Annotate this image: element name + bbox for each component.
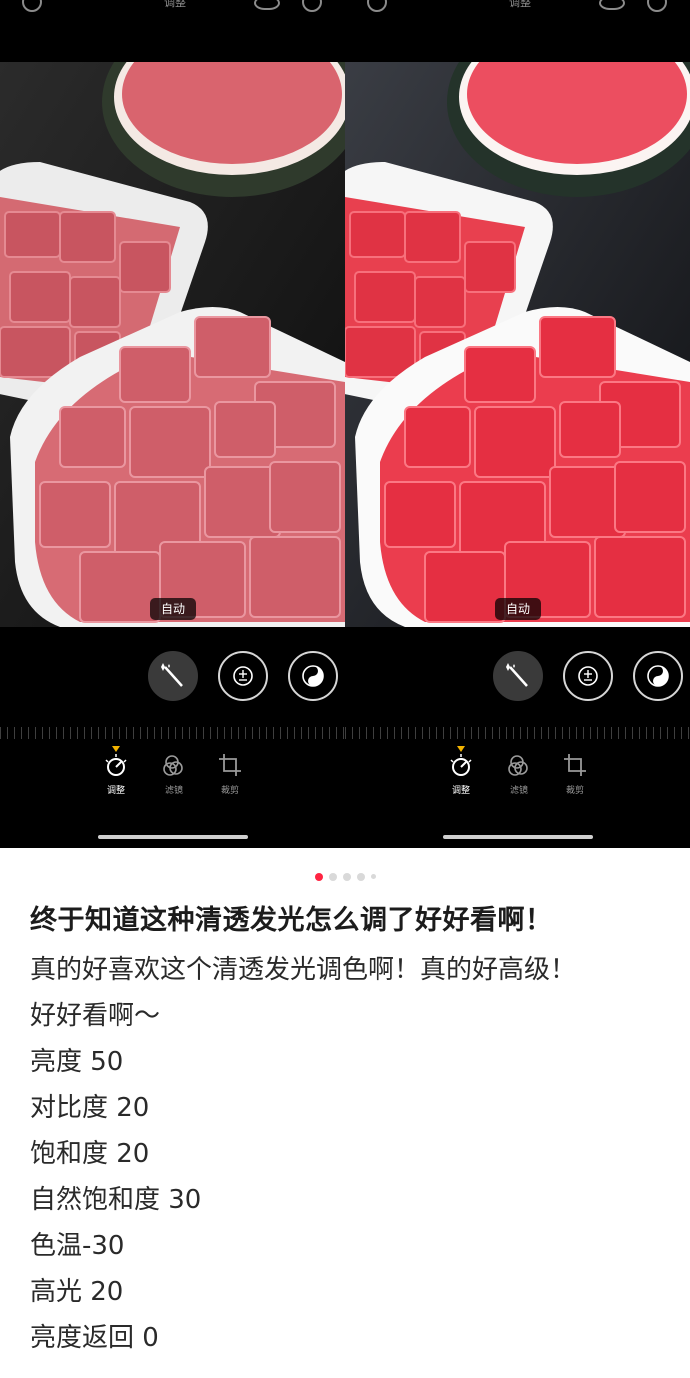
brilliance-icon[interactable] <box>288 651 338 701</box>
adjust-slider[interactable] <box>0 727 345 739</box>
filter-icon <box>161 752 187 778</box>
auto-icon[interactable] <box>302 0 322 12</box>
filter-icon <box>506 752 532 778</box>
pager-dot[interactable] <box>356 872 365 881</box>
adjust-icon <box>448 752 474 778</box>
editor-tabs: 调整 滤镜 裁剪 <box>345 746 690 812</box>
pager-dot[interactable] <box>314 872 323 881</box>
magic-wand-icon[interactable] <box>493 651 543 701</box>
auto-badge[interactable]: 自动 <box>495 598 541 620</box>
tab-crop-label: 裁剪 <box>565 786 584 796</box>
pager-dot[interactable] <box>342 872 351 881</box>
tab-filter[interactable]: 滤镜 <box>154 752 194 796</box>
exposure-icon[interactable] <box>563 651 613 701</box>
before-panel: 调整 自动 调整 滤镜 裁剪 <box>0 0 345 848</box>
tab-adjust-label: 调整 <box>106 786 125 796</box>
post-line: 自然饱和度 30 <box>30 1185 202 1215</box>
exposure-icon[interactable] <box>218 651 268 701</box>
adjust-slider[interactable] <box>345 727 690 739</box>
editor-title: 调整 <box>509 0 531 9</box>
auto-icon[interactable] <box>647 0 667 12</box>
post-line: 亮度返回 0 <box>30 1323 159 1353</box>
tab-crop-label: 裁剪 <box>220 786 239 796</box>
home-indicator <box>443 835 593 839</box>
pager-dot[interactable] <box>370 874 376 879</box>
hide-icon[interactable] <box>599 0 625 10</box>
after-panel: 调整 自动 调整 滤镜 裁剪 <box>345 0 690 848</box>
brilliance-icon[interactable] <box>633 651 683 701</box>
crop-icon <box>217 752 243 778</box>
magic-wand-icon[interactable] <box>148 651 198 701</box>
post-line: 色温-30 <box>30 1231 125 1261</box>
undo-icon[interactable] <box>22 0 42 12</box>
crop-icon <box>562 752 588 778</box>
tab-filter-label: 滤镜 <box>164 786 183 796</box>
home-indicator <box>98 835 248 839</box>
tab-adjust[interactable]: 调整 <box>96 746 136 796</box>
adjust-tools <box>345 651 690 701</box>
pager-dot[interactable] <box>328 872 337 881</box>
editor-topbar: 调整 <box>345 0 690 22</box>
auto-badge[interactable]: 自动 <box>150 598 196 620</box>
tab-crop[interactable]: 裁剪 <box>555 752 595 796</box>
adjust-icon <box>103 752 129 778</box>
editor-title: 调整 <box>164 0 186 9</box>
editor-tabs: 调整 滤镜 裁剪 <box>0 746 345 812</box>
image-pager[interactable] <box>0 866 690 881</box>
tab-filter[interactable]: 滤镜 <box>499 752 539 796</box>
watermelon-photo-after <box>345 62 690 627</box>
post-title: 终于知道这种清透发光怎么调了好好看啊！ <box>30 905 553 936</box>
adjust-tools <box>0 651 345 701</box>
watermelon-photo-before <box>0 62 345 627</box>
tab-filter-label: 滤镜 <box>509 786 528 796</box>
tab-adjust-label: 调整 <box>451 786 470 796</box>
post-content: 终于知道这种清透发光怎么调了好好看啊！ 真的好喜欢这个清透发光调色啊！真的好高级… <box>30 895 660 1361</box>
before-after-comparison: 调整 自动 调整 滤镜 裁剪 调整 自动 调整 滤镜 裁剪 <box>0 0 690 848</box>
post-line: 真的好喜欢这个清透发光调色啊！真的好高级！ <box>30 955 577 985</box>
tab-crop[interactable]: 裁剪 <box>210 752 250 796</box>
hide-icon[interactable] <box>254 0 280 10</box>
post-line: 饱和度 20 <box>30 1139 150 1169</box>
undo-icon[interactable] <box>367 0 387 12</box>
post-line: 好好看啊～ <box>30 1001 161 1031</box>
post-line: 对比度 20 <box>30 1093 150 1123</box>
tab-adjust[interactable]: 调整 <box>441 746 481 796</box>
editor-topbar: 调整 <box>0 0 345 22</box>
post-line: 亮度 50 <box>30 1047 124 1077</box>
post-line: 高光 20 <box>30 1277 124 1307</box>
